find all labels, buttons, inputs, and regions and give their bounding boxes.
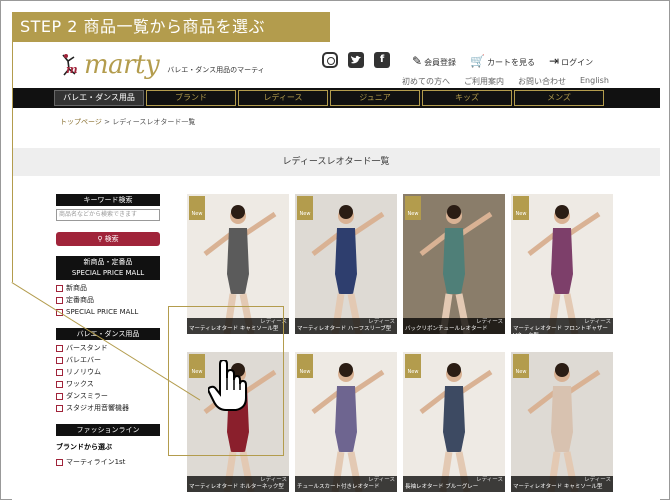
product-card[interactable]: New レディース チュールスカート付きレオタード	[295, 352, 397, 492]
product-card[interactable]: New レディース マーティレオタード ハーフスリーブ型	[295, 194, 397, 334]
product-caption: レディース マーティレオタード ホルターネック型	[187, 476, 289, 492]
guide-line	[12, 42, 13, 282]
checkbox[interactable]	[56, 380, 63, 388]
filter-audio[interactable]: スタジオ用音響機器	[56, 402, 160, 414]
fashion-line-heading: ファッションライン	[56, 424, 160, 436]
checkbox[interactable]	[56, 284, 63, 292]
logo[interactable]: m marty バレエ・ダンス用品のマーティ	[56, 50, 265, 80]
product-name[interactable]: マーティレオタード ハーフスリーブ型	[297, 326, 391, 332]
product-category: レディース	[584, 319, 611, 325]
product-name[interactable]: バックリボンチュールレオタード	[405, 326, 488, 332]
new-badge: New	[513, 354, 529, 378]
login-icon: ⇥	[549, 54, 560, 68]
new-items-heading: 新商品・定番品 SPECIAL PRICE MALL	[56, 256, 160, 280]
product-category: レディース	[368, 477, 395, 483]
product-category: レディース	[476, 319, 503, 325]
nav-brand[interactable]: ブランド	[146, 90, 236, 106]
nav-mens[interactable]: メンズ	[514, 90, 604, 106]
pointer-hand-icon	[208, 360, 247, 411]
sub-link-contact[interactable]: お問い合わせ	[518, 76, 566, 87]
social-links: f	[322, 52, 390, 68]
cart-link[interactable]: 🛒 カートを見る	[470, 54, 535, 68]
search-icon: ⚲	[97, 235, 105, 243]
filter-standard[interactable]: 定番商品	[56, 294, 160, 306]
cart-icon: 🛒	[470, 54, 486, 68]
dancer-logo-icon: m	[56, 53, 82, 77]
step-banner: STEP 2 商品一覧から商品を選ぶ	[12, 12, 330, 42]
checkbox[interactable]	[56, 344, 63, 352]
instagram-icon[interactable]	[322, 52, 338, 68]
checkbox[interactable]	[56, 404, 63, 412]
pen-icon: ✎	[412, 54, 423, 68]
product-category: レディース	[368, 319, 395, 325]
product-card[interactable]: New レディース バックリボンチュールレオタード	[403, 194, 505, 334]
product-card[interactable]: New レディースマーティレオタード フロントギャザーVネック型	[511, 194, 613, 334]
product-name[interactable]: マーティレオタード ホルターネック型	[189, 484, 284, 490]
brand-label: ブランドから選ぶ	[56, 443, 112, 451]
main-nav: バレエ・ダンス用品 ブランド レディース ジュニア キッズ メンズ	[12, 88, 660, 108]
breadcrumb: トップページ > レディースレオタード一覧	[60, 118, 196, 126]
nav-ladies[interactable]: レディース	[238, 90, 328, 106]
product-caption: レディース チュールスカート付きレオタード	[295, 476, 397, 492]
breadcrumb-current: レディースレオタード一覧	[112, 118, 196, 126]
new-badge: New	[405, 196, 421, 220]
filter-dance-mirror[interactable]: ダンスミラー	[56, 390, 160, 402]
tagline: バレエ・ダンス用品のマーティ	[167, 66, 265, 74]
website: m marty バレエ・ダンス用品のマーティ f ✎ 会員登録 🛒 カートを見る ⇥…	[12, 46, 660, 500]
sub-link-guide[interactable]: ご利用案内	[464, 76, 504, 87]
twitter-icon[interactable]	[348, 52, 364, 68]
product-caption: レディース 長袖レオタード ブルーグレー	[403, 476, 505, 492]
search-button[interactable]: ⚲ 検索	[56, 232, 160, 246]
ballet-goods-heading: バレエ・ダンス用品	[56, 328, 160, 340]
sub-link-english[interactable]: English	[580, 76, 609, 87]
new-badge: New	[297, 196, 313, 220]
login-link[interactable]: ⇥ ログイン	[549, 54, 593, 68]
filter-marty-line[interactable]: マーティライン1st	[56, 456, 160, 468]
checkbox[interactable]	[56, 458, 63, 466]
account-links: ✎ 会員登録 🛒 カートを見る ⇥ ログイン	[412, 54, 593, 68]
new-badge: New	[189, 196, 205, 220]
product-category: レディース	[584, 477, 611, 483]
logo-text: marty	[84, 50, 160, 80]
search-input[interactable]: 商品名などから検索できます	[56, 209, 160, 221]
filter-wax[interactable]: ワックス	[56, 378, 160, 390]
nav-ballet-goods[interactable]: バレエ・ダンス用品	[54, 90, 144, 106]
keyword-search-heading: キーワード検索	[56, 194, 160, 206]
register-link[interactable]: ✎ 会員登録	[412, 54, 456, 68]
product-caption: レディース マーティレオタード ハーフスリーブ型	[295, 318, 397, 334]
nav-kids[interactable]: キッズ	[422, 90, 512, 106]
product-name[interactable]: 長袖レオタード ブルーグレー	[405, 484, 478, 490]
product-caption: レディース バックリボンチュールレオタード	[403, 318, 505, 334]
product-card[interactable]: New レディース 長袖レオタード ブルーグレー	[403, 352, 505, 492]
product-caption: レディース マーティレオタード キャミソール型	[511, 476, 613, 492]
checkbox[interactable]	[56, 296, 63, 304]
product-caption: レディースマーティレオタード フロントギャザーVネック型	[511, 318, 613, 334]
product-name[interactable]: チュールスカート付きレオタード	[297, 484, 380, 490]
new-badge: New	[513, 196, 529, 220]
checkbox[interactable]	[56, 392, 63, 400]
new-badge: New	[405, 354, 421, 378]
product-category: レディース	[260, 477, 287, 483]
filter-linoleum[interactable]: リノリウム	[56, 366, 160, 378]
new-badge: New	[297, 354, 313, 378]
product-name[interactable]: マーティレオタード フロントギャザーVネック型	[513, 326, 608, 334]
product-card[interactable]: New レディース マーティレオタード キャミソール型	[511, 352, 613, 492]
filter-new[interactable]: 新商品	[56, 282, 160, 294]
nav-junior[interactable]: ジュニア	[330, 90, 420, 106]
breadcrumb-home[interactable]: トップページ	[60, 118, 102, 126]
sidebar: キーワード検索 商品名などから検索できます ⚲ 検索 新商品・定番品 SPECI…	[56, 194, 160, 468]
product-name[interactable]: マーティレオタード キャミソール型	[513, 484, 602, 490]
sub-links: 初めての方へ ご利用案内 お問い合わせ English	[402, 76, 609, 87]
product-category: レディース	[476, 477, 503, 483]
checkbox[interactable]	[56, 368, 63, 376]
sub-link-first-time[interactable]: 初めての方へ	[402, 76, 450, 87]
page-title: レディースレオタード一覧	[12, 148, 660, 176]
checkbox[interactable]	[56, 356, 63, 364]
filter-special-price[interactable]: SPECIAL PRICE MALL	[56, 306, 160, 318]
filter-bar-stand[interactable]: バースタンド	[56, 342, 160, 354]
facebook-icon[interactable]: f	[374, 52, 390, 68]
